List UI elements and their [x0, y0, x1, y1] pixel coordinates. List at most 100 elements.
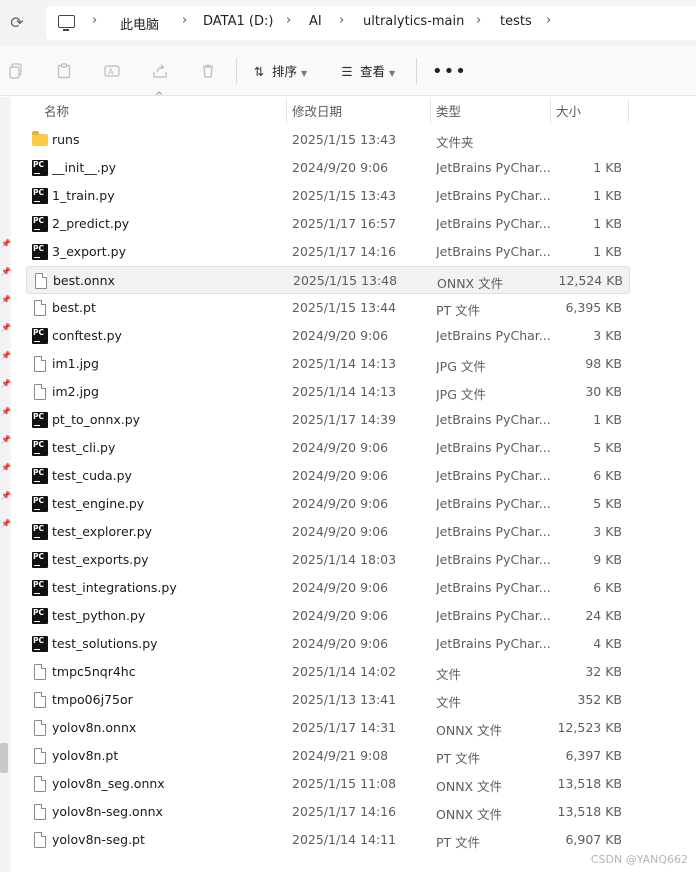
file-type: JetBrains PyChar...	[436, 496, 551, 511]
file-date: 2025/1/14 14:11	[292, 832, 397, 847]
file-row[interactable]: PC test_exports.py 2025/1/14 18:03 JetBrain…	[26, 546, 630, 574]
file-size: 12,523 KB	[557, 720, 622, 735]
chevron-right-icon[interactable]: ›	[92, 13, 97, 28]
file-name: im1.jpg	[52, 356, 99, 371]
file-row[interactable]: PC pt_to_onnx.py 2025/1/17 14:39 JetBrains …	[26, 406, 630, 434]
file-size: 6 KB	[593, 468, 622, 483]
file-size: 24 KB	[585, 608, 622, 623]
file-type: ONNX 文件	[436, 723, 503, 738]
breadcrumb-ai[interactable]: AI	[309, 14, 322, 29]
breadcrumb-ultralytics-main[interactable]: ultralytics-main	[363, 14, 464, 29]
chevron-down-icon: ▼	[389, 69, 396, 78]
svg-text:A: A	[108, 68, 114, 77]
breadcrumb-drive[interactable]: DATA1 (D:)	[203, 14, 273, 29]
file-row[interactable]: PC test_solutions.py 2024/9/20 9:06 JetBrai…	[26, 630, 630, 658]
copy-icon[interactable]	[8, 63, 24, 79]
document-icon	[34, 664, 46, 680]
column-header-size[interactable]: 大小	[556, 101, 581, 127]
breadcrumb-tests[interactable]: tests	[500, 14, 532, 29]
file-date: 2024/9/20 9:06	[292, 496, 389, 511]
document-icon	[34, 720, 46, 736]
share-icon[interactable]	[152, 63, 168, 79]
file-date: 2025/1/15 13:48	[293, 273, 398, 288]
file-row[interactable]: PC __init__.py 2024/9/20 9:06 JetBrains PyC…	[26, 154, 630, 182]
file-row[interactable]: yolov8n.onnx 2025/1/17 14:31 ONNX 文件 12,523…	[26, 714, 630, 742]
chevron-right-icon[interactable]: ›	[476, 13, 481, 28]
paste-icon[interactable]	[56, 63, 72, 79]
navigation-pane-edge[interactable]: 📌 📌 📌 📌 📌 📌 📌 📌 📌 📌 📌	[0, 97, 11, 872]
file-row[interactable]: PC 3_export.py 2025/1/17 14:16 JetBrains Py…	[26, 238, 630, 266]
pycharm-file-icon: PC	[32, 328, 48, 344]
file-row[interactable]: im2.jpg 2025/1/14 14:13 JPG 文件 30 KB	[26, 378, 630, 406]
file-row[interactable]: im1.jpg 2025/1/14 14:13 JPG 文件 98 KB	[26, 350, 630, 378]
file-type: ONNX 文件	[436, 779, 503, 794]
file-type: JetBrains PyChar...	[436, 412, 551, 427]
file-type: JetBrains PyChar...	[436, 244, 551, 259]
pycharm-file-icon: PC	[32, 524, 48, 540]
breadcrumb-this-pc[interactable]: 此电脑	[120, 14, 159, 33]
chevron-right-icon[interactable]: ›	[546, 13, 551, 28]
file-name: 2_predict.py	[52, 216, 130, 231]
file-size: 13,518 KB	[557, 776, 622, 791]
pin-icon: 📌	[1, 435, 11, 444]
column-header-date[interactable]: 修改日期	[292, 101, 342, 127]
column-divider[interactable]	[286, 99, 287, 123]
file-type: PT 文件	[436, 751, 481, 766]
file-row[interactable]: tmpo06j75or 2025/1/13 13:41 文件 352 KB	[26, 686, 630, 714]
file-size: 6,395 KB	[565, 300, 622, 315]
pin-icon: 📌	[1, 491, 11, 500]
more-options-button[interactable]: •••	[432, 61, 467, 82]
file-row[interactable]: runs 2025/1/15 13:43 文件夹	[26, 126, 630, 154]
file-row[interactable]: PC test_python.py 2024/9/20 9:06 JetBrains …	[26, 602, 630, 630]
column-divider[interactable]	[628, 99, 629, 123]
file-size: 6 KB	[593, 580, 622, 595]
file-row[interactable]: PC test_cli.py 2024/9/20 9:06 JetBrains PyC…	[26, 434, 630, 462]
delete-icon[interactable]	[200, 63, 216, 79]
pycharm-file-icon: PC	[32, 188, 48, 204]
column-header-name[interactable]: 名称	[44, 101, 69, 127]
file-row[interactable]: best.pt 2025/1/15 13:44 PT 文件 6,395 KB	[26, 294, 630, 322]
refresh-icon[interactable]: ⟳	[6, 12, 28, 34]
chevron-right-icon[interactable]: ›	[182, 13, 187, 28]
nav-scrollbar-thumb[interactable]	[0, 743, 8, 773]
file-row[interactable]: best.onnx 2025/1/15 13:48 ONNX 文件 12,524 KB	[26, 266, 630, 294]
file-row[interactable]: yolov8n_seg.onnx 2025/1/15 11:08 ONNX 文件 13…	[26, 770, 630, 798]
toolbar-divider	[236, 58, 237, 84]
view-button[interactable]: ☰ 查看 ▼	[338, 61, 395, 83]
file-row[interactable]: PC 2_predict.py 2025/1/17 16:57 JetBrains P…	[26, 210, 630, 238]
file-row[interactable]: yolov8n-seg.onnx 2025/1/17 14:16 ONNX 文件 13…	[26, 798, 630, 826]
file-size: 1 KB	[593, 216, 622, 231]
column-divider[interactable]	[430, 99, 431, 123]
file-type: JetBrains PyChar...	[436, 216, 551, 231]
address-bar[interactable]: › 此电脑 › DATA1 (D:) › AI › ultralytics-ma…	[46, 6, 696, 40]
file-name: test_cli.py	[52, 440, 116, 455]
pin-icon: 📌	[1, 295, 11, 304]
file-row[interactable]: PC test_explorer.py 2024/9/20 9:06 JetBrain…	[26, 518, 630, 546]
file-type: JPG 文件	[436, 387, 486, 402]
file-type: JetBrains PyChar...	[436, 524, 551, 539]
pycharm-file-icon: PC	[32, 636, 48, 652]
file-name: test_explorer.py	[52, 524, 153, 539]
file-date: 2025/1/14 14:02	[292, 664, 397, 679]
file-row[interactable]: yolov8n.pt 2024/9/21 9:08 PT 文件 6,397 KB	[26, 742, 630, 770]
file-date: 2024/9/20 9:06	[292, 160, 389, 175]
file-row[interactable]: PC conftest.py 2024/9/20 9:06 JetBrains PyC…	[26, 322, 630, 350]
file-row[interactable]: PC test_integrations.py 2024/9/20 9:06 JetB…	[26, 574, 630, 602]
file-name: runs	[52, 132, 80, 147]
rename-icon[interactable]: A	[104, 63, 120, 79]
this-pc-icon[interactable]	[58, 15, 75, 31]
chevron-right-icon[interactable]: ›	[286, 13, 291, 28]
pycharm-file-icon: PC	[32, 412, 48, 428]
chevron-right-icon[interactable]: ›	[339, 13, 344, 28]
file-row[interactable]: yolov8n-seg.pt 2025/1/14 14:11 PT 文件 6,907 …	[26, 826, 630, 854]
file-row[interactable]: PC test_engine.py 2024/9/20 9:06 JetBrains …	[26, 490, 630, 518]
toolbar-divider	[416, 58, 417, 84]
file-row[interactable]: tmpc5nqr4hc 2025/1/14 14:02 文件 32 KB	[26, 658, 630, 686]
file-row[interactable]: PC 1_train.py 2025/1/15 13:43 JetBrains PyC…	[26, 182, 630, 210]
column-divider[interactable]	[550, 99, 551, 123]
document-icon	[34, 692, 46, 708]
sort-button[interactable]: ⇅ 排序 ▼	[250, 61, 307, 83]
file-row[interactable]: PC test_cuda.py 2024/9/20 9:06 JetBrains Py…	[26, 462, 630, 490]
file-size: 13,518 KB	[557, 804, 622, 819]
column-header-type[interactable]: 类型	[436, 101, 461, 127]
